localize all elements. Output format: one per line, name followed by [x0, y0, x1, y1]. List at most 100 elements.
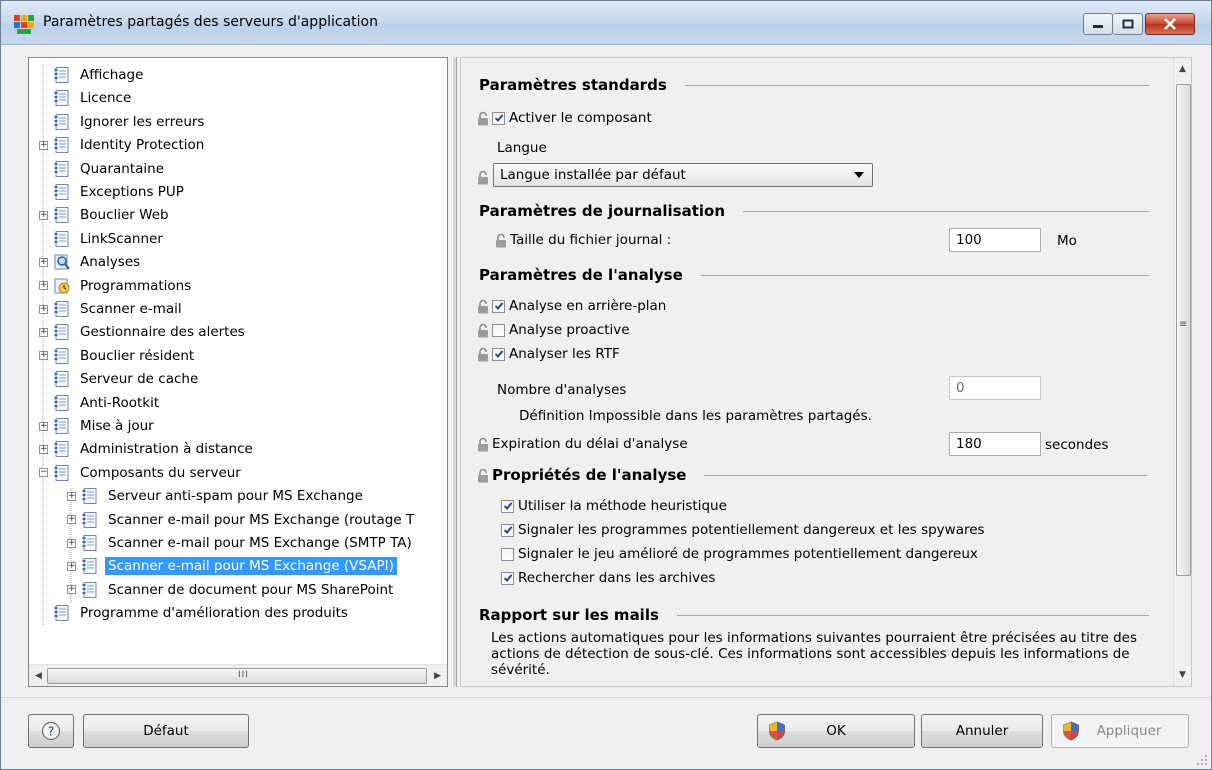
expand-icon[interactable]: +	[39, 210, 48, 220]
tree-item[interactable]: + Analyses	[39, 251, 143, 273]
cancel-button[interactable]: Annuler	[921, 714, 1043, 748]
tree-item[interactable]: Quarantaine	[39, 158, 167, 180]
expand-icon[interactable]: +	[39, 444, 48, 454]
tree-item-label: Affichage	[80, 67, 144, 83]
tree-item-label: Ignorer les erreurs	[80, 113, 205, 130]
document-icon	[82, 581, 97, 598]
tree-item-label: Mise à jour	[80, 418, 154, 434]
expand-icon[interactable]: +	[39, 281, 48, 291]
language-select[interactable]: Langue installée par défaut	[493, 163, 873, 187]
rtf-scan-checkbox[interactable]	[492, 347, 505, 361]
enhanced-pup-checkbox[interactable]	[501, 547, 514, 561]
tree-item[interactable]: + Administration à distance	[39, 438, 256, 460]
tree-item[interactable]: + Scanner e-mail pour MS Exchange (routag…	[67, 509, 417, 531]
enable-component-checkbox[interactable]	[492, 111, 505, 125]
ok-button[interactable]: OK	[757, 714, 915, 748]
tree-items: Affichage Licence Ignorer les erreurs + Iden…	[29, 58, 447, 658]
tree-item[interactable]: + Identity Protection	[39, 134, 207, 156]
tree-item[interactable]: + Serveur anti-spam pour MS Exchange	[67, 485, 366, 507]
minimize-button[interactable]	[1083, 13, 1113, 35]
scroll-right-icon[interactable]: ▶	[434, 671, 441, 681]
tree-item[interactable]: + Scanner e-mail pour MS Exchange (VSAPI)	[67, 555, 397, 577]
title-bar[interactable]: Paramètres partagés des serveurs d'appli…	[1, 1, 1211, 45]
tree-item[interactable]: + Gestionnaire des alertes	[39, 321, 248, 343]
properties-heading-text: Propriétés de l'analyse	[492, 466, 687, 484]
expand-icon[interactable]: +	[67, 538, 76, 548]
document-icon	[54, 441, 69, 458]
tree-item[interactable]: Affichage	[39, 64, 146, 86]
tree-item-label: Composants du serveur	[80, 464, 241, 481]
expand-icon[interactable]: +	[67, 585, 76, 595]
section-report-heading: Rapport sur les mails	[479, 606, 1159, 624]
tree-item-label: Exceptions PUP	[80, 184, 184, 200]
tree-scroll-thumb[interactable]: III	[47, 668, 427, 684]
panel-splitter[interactable]	[452, 57, 457, 687]
help-button[interactable]: ?	[28, 714, 74, 748]
settings-vertical-scrollbar[interactable]: ▲ ≡ ▼	[1173, 58, 1191, 686]
pup-spyware-row: Signaler les programmes potentiellement …	[501, 522, 985, 538]
collapse-icon[interactable]: −	[39, 468, 48, 478]
tree-item-label: Licence	[80, 90, 132, 107]
tree-item[interactable]: Exceptions PUP	[39, 181, 187, 203]
expand-icon[interactable]: +	[39, 421, 48, 431]
bottom-separator	[1, 697, 1211, 698]
tree-item[interactable]: + Mise à jour	[39, 415, 157, 437]
resize-grip-icon[interactable]	[1196, 754, 1208, 766]
log-size-input[interactable]: 100	[949, 228, 1041, 252]
section-scan-heading: Paramètres de l'analyse	[479, 266, 1159, 284]
tree-item[interactable]: LinkScanner	[39, 228, 166, 250]
tree-item-label: Gestionnaire des alertes	[80, 324, 245, 341]
tree-item[interactable]: + Scanner e-mail	[39, 298, 185, 320]
document-icon	[82, 535, 97, 551]
heuristic-checkbox[interactable]	[501, 499, 514, 513]
close-button[interactable]	[1145, 13, 1195, 35]
apply-button[interactable]: Appliquer	[1051, 714, 1189, 748]
scroll-left-icon[interactable]: ◀	[35, 671, 42, 681]
tree-item[interactable]: + Scanner de document pour MS SharePoint	[67, 579, 396, 601]
expand-icon[interactable]: +	[39, 304, 48, 314]
scan-timeout-input[interactable]: 180	[949, 432, 1041, 456]
settings-panel: Paramètres standards Activer le composan…	[460, 57, 1192, 687]
scan-heading-text: Paramètres de l'analyse	[479, 266, 683, 284]
tree-horizontal-scrollbar[interactable]: ◀ III ▶	[29, 664, 447, 686]
expand-icon[interactable]: +	[39, 257, 48, 267]
expand-icon[interactable]: +	[39, 351, 48, 361]
scroll-up-icon[interactable]: ▲	[1179, 64, 1186, 74]
settings-tree[interactable]: Affichage Licence Ignorer les erreurs + Iden…	[28, 57, 448, 687]
scroll-down-icon[interactable]: ▼	[1179, 670, 1186, 680]
settings-scroll-thumb[interactable]: ≡	[1176, 84, 1191, 576]
expand-icon[interactable]: +	[39, 327, 48, 337]
scan-timeout-label: Expiration du délai d'analyse	[492, 436, 688, 452]
expand-icon[interactable]: +	[39, 140, 48, 150]
scan-timeout-row: Expiration du délai d'analyse	[477, 436, 688, 452]
tree-item[interactable]: Licence	[39, 87, 134, 109]
document-icon	[54, 67, 69, 83]
tree-item-label: Administration à distance	[80, 441, 253, 458]
tree-item[interactable]: Programme d'amélioration des produits	[39, 602, 351, 624]
tree-item[interactable]: Serveur de cache	[39, 368, 201, 390]
lock-icon	[478, 170, 488, 185]
default-button[interactable]: Défaut	[83, 714, 249, 748]
tree-item[interactable]: + Scanner e-mail pour MS Exchange (SMTP T…	[67, 532, 415, 554]
lock-icon	[478, 347, 488, 361]
section-logging-heading: Paramètres de journalisation	[479, 202, 1159, 220]
proactive-scan-checkbox[interactable]	[492, 323, 505, 337]
tree-item[interactable]: Ignorer les erreurs	[39, 111, 207, 133]
pup-spyware-checkbox[interactable]	[501, 523, 514, 537]
tree-item[interactable]: + Bouclier Web	[39, 204, 172, 226]
checkmark-icon	[503, 526, 512, 534]
expand-icon[interactable]: +	[67, 561, 76, 571]
document-icon	[54, 301, 69, 317]
tree-item[interactable]: Anti-Rootkit	[39, 392, 162, 414]
archives-checkbox[interactable]	[501, 571, 514, 585]
rtf-scan-label: Analyser les RTF	[509, 346, 620, 362]
tree-item[interactable]: + Programmations	[39, 275, 194, 297]
background-scan-checkbox[interactable]	[492, 299, 505, 313]
expand-icon[interactable]: +	[67, 491, 76, 501]
tree-item[interactable]: − Composants du serveur	[39, 462, 244, 484]
maximize-button[interactable]	[1113, 13, 1143, 35]
tree-item[interactable]: + Bouclier résident	[39, 345, 197, 367]
expand-icon[interactable]: +	[67, 515, 76, 525]
